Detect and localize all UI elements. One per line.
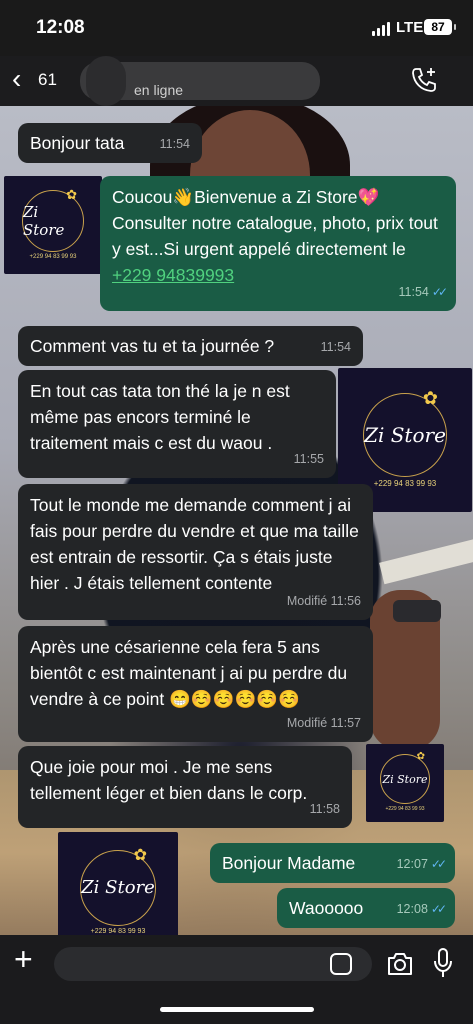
message-text: Que joie pour moi . Je me sens tellement… — [30, 757, 308, 803]
contact-status: en ligne — [134, 82, 184, 98]
battery-icon: 87 — [424, 19, 456, 35]
message-bubble-incoming[interactable]: Après une césarienne cela fera 5 ans bie… — [18, 626, 373, 742]
zi-store-logo: Zi Store ✿ +229 94 83 99 93 — [366, 744, 444, 822]
message-text: Waooooo — [289, 898, 364, 918]
camera-icon[interactable] — [386, 951, 414, 977]
sticker-icon[interactable] — [330, 953, 352, 975]
logo-phone: +229 94 83 99 93 — [29, 254, 77, 260]
message-text: Comment vas tu et ta journée ? — [30, 336, 275, 356]
message-time: 11:55 — [293, 452, 324, 466]
signal-icon — [372, 22, 390, 36]
message-time: Modifié 11:56 — [286, 594, 361, 608]
message-bubble-incoming[interactable]: Que joie pour moi . Je me sens tellement… — [18, 746, 352, 828]
message-input[interactable] — [54, 947, 372, 981]
status-bar: 12:08 LTE 87 — [0, 0, 473, 56]
wallpaper-watch — [393, 600, 441, 622]
logo-text: Zi Store — [81, 877, 155, 898]
message-time: 11:54 ✓✓ — [398, 285, 449, 299]
microphone-icon[interactable] — [432, 947, 454, 979]
message-text: Bonjour tata — [30, 133, 125, 153]
message-time: Modifié 11:57 — [286, 716, 361, 730]
logo-phone: +229 94 83 99 93 — [373, 478, 437, 488]
message-time: 11:58 — [309, 802, 340, 816]
read-ticks-icon: ✓✓ — [430, 857, 447, 871]
message-time: 12:08 ✓✓ — [396, 902, 447, 916]
chevron-left-icon[interactable]: ‹ — [12, 64, 21, 94]
message-time: 11:54 — [159, 137, 190, 151]
message-bubble-incoming[interactable]: En tout cas tata ton thé la je n est mêm… — [18, 370, 336, 478]
message-bubble-outgoing[interactable]: Bonjour Madame 12:07 ✓✓ — [210, 843, 455, 883]
logo-text: Zi Store — [364, 422, 446, 447]
message-text: Coucou👋Bienvenue a Zi Store💖 Consulter n… — [112, 187, 438, 259]
logo-phone: +229 94 83 99 93 — [90, 927, 146, 935]
phone-plus-icon[interactable] — [410, 66, 438, 94]
logo-text: Zi Store — [382, 772, 428, 786]
read-ticks-icon: ✓✓ — [430, 902, 447, 916]
home-indicator[interactable] — [160, 1007, 314, 1012]
message-text: En tout cas tata ton thé la je n est mêm… — [30, 381, 290, 453]
message-bubble-outgoing[interactable]: Coucou👋Bienvenue a Zi Store💖 Consulter n… — [100, 176, 456, 311]
logo-phone: +229 94 83 99 93 — [385, 806, 425, 812]
message-bubble-incoming[interactable]: Tout le monde me demande comment j ai fa… — [18, 484, 373, 620]
network-type: LTE — [396, 19, 424, 36]
message-bubble-outgoing[interactable]: Waooooo 12:08 ✓✓ — [277, 888, 455, 928]
avatar[interactable] — [86, 56, 126, 106]
message-input-bar: + — [0, 935, 473, 1024]
message-time: 11:54 — [320, 340, 351, 354]
phone-link[interactable]: +229 94839993 — [112, 265, 234, 285]
message-bubble-incoming[interactable]: Bonjour tata 11:54 — [18, 123, 202, 163]
message-text: Après une césarienne cela fera 5 ans bie… — [30, 637, 348, 709]
message-text: Bonjour Madame — [222, 853, 356, 873]
chat-header: ‹ 61 en ligne — [0, 56, 473, 106]
chat-screen: 12:08 LTE 87 ‹ 61 en ligne Bonjour tata … — [0, 0, 473, 1024]
message-text: Tout le monde me demande comment j ai fa… — [30, 495, 359, 593]
message-time: 12:07 ✓✓ — [396, 857, 447, 871]
message-bubble-incoming[interactable]: Comment vas tu et ta journée ? 11:54 — [18, 326, 363, 366]
zi-store-logo: Zi Store ✿ +229 94 83 99 93 — [58, 832, 178, 952]
plus-icon[interactable]: + — [14, 941, 33, 978]
logo-text: Zi Store — [23, 203, 65, 239]
status-time: 12:08 — [36, 17, 85, 38]
unread-count[interactable]: 61 — [38, 70, 57, 90]
zi-store-logo: Zi Store ✿ +229 94 83 99 93 — [4, 176, 102, 274]
read-ticks-icon: ✓✓ — [431, 285, 448, 299]
